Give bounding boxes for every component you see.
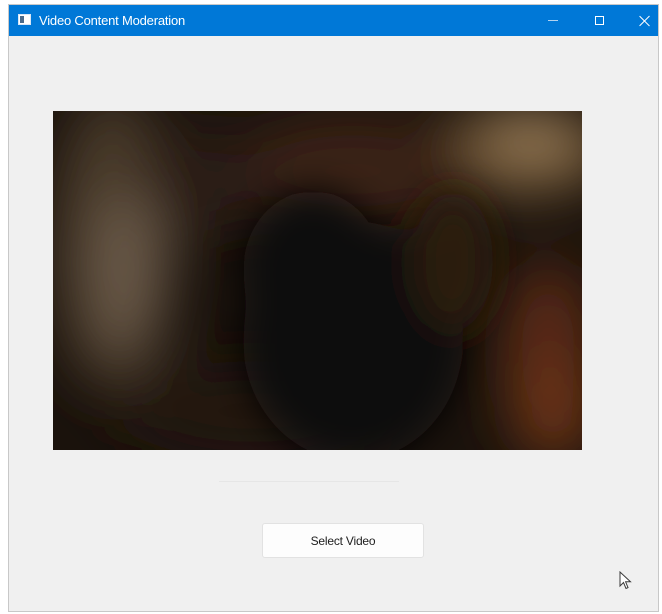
- close-button[interactable]: [622, 5, 658, 36]
- window-title: Video Content Moderation: [39, 13, 186, 28]
- minimize-button[interactable]: [530, 5, 576, 36]
- minimize-icon: [548, 20, 558, 21]
- app-window: Video Content Moderation Select Video: [8, 4, 659, 612]
- app-window-icon: [18, 14, 31, 25]
- select-video-button[interactable]: Select Video: [262, 523, 424, 558]
- video-preview: [53, 111, 582, 450]
- mouse-cursor-icon: [619, 571, 632, 590]
- maximize-button[interactable]: [576, 5, 622, 36]
- maximize-icon: [594, 16, 604, 25]
- divider: [219, 481, 399, 482]
- close-icon: [639, 15, 651, 27]
- title-bar[interactable]: Video Content Moderation: [9, 5, 658, 36]
- video-frame-image: [53, 111, 582, 450]
